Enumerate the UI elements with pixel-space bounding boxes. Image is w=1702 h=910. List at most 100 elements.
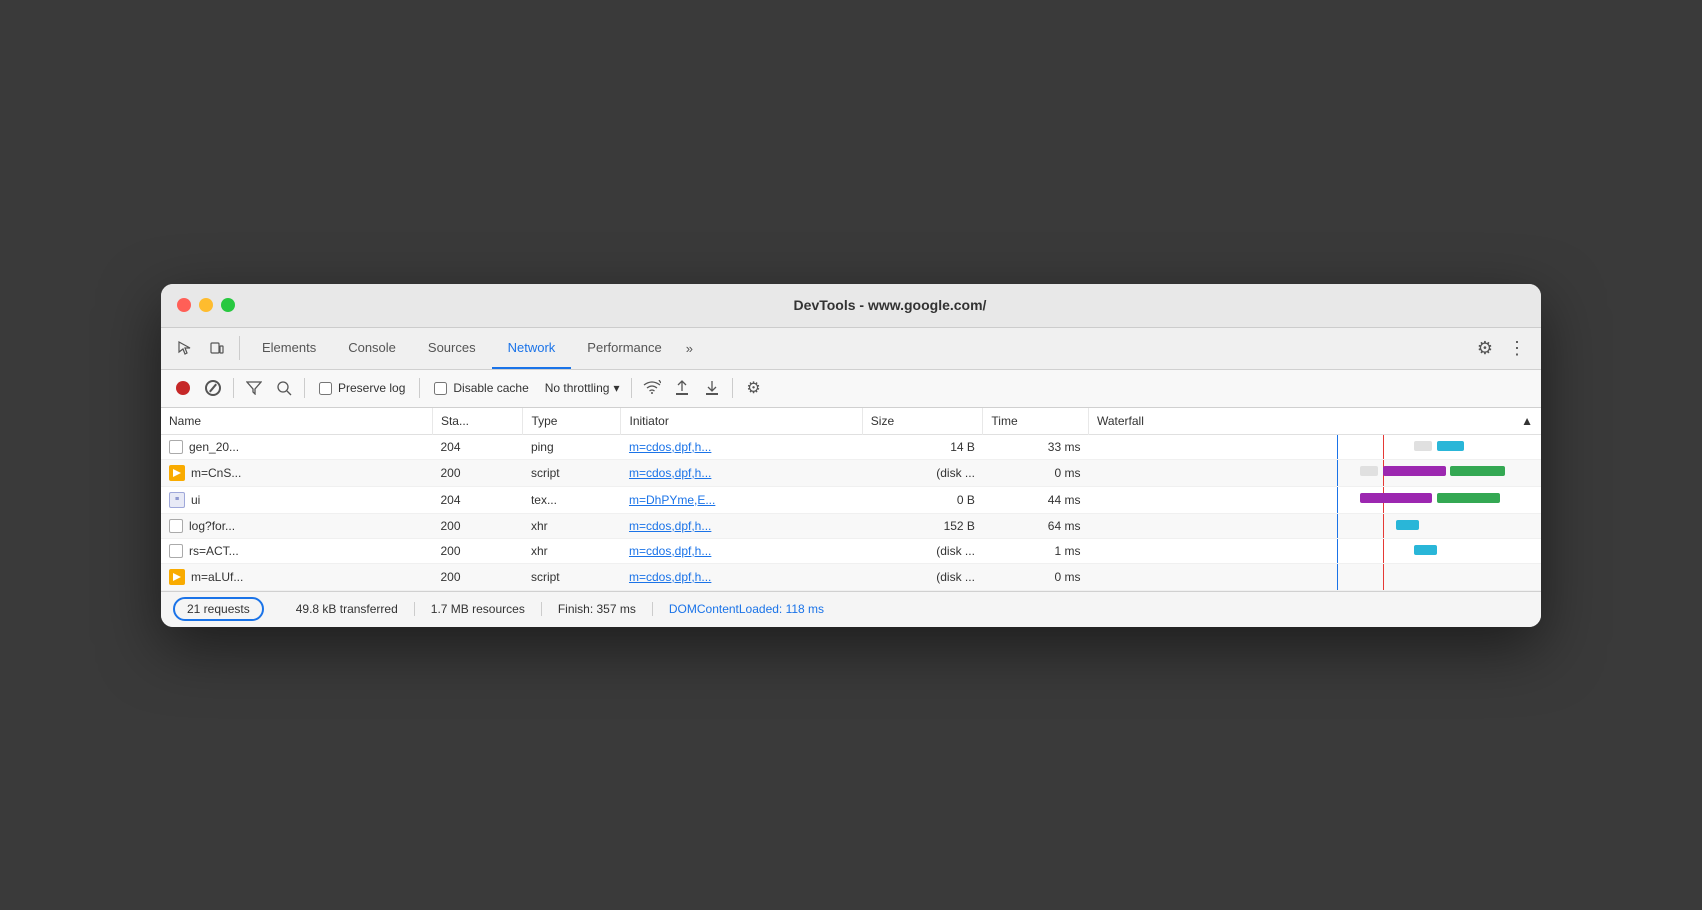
cell-type: xhr [523, 538, 621, 563]
table-row[interactable]: ≡ui204tex...m=DhPYme,E...0 B44 ms [161, 486, 1541, 513]
waterfall-bar [1437, 493, 1500, 503]
waterfall-bar [1396, 520, 1419, 530]
settings-gear-button[interactable]: ⚙ [1469, 332, 1501, 364]
waterfall-red-line [1383, 514, 1384, 538]
waterfall-blue-line [1337, 539, 1338, 563]
cell-size: 0 B [862, 486, 983, 513]
waterfall-red-line [1383, 564, 1384, 590]
cell-name: ≡ui [161, 486, 432, 513]
tab-elements[interactable]: Elements [246, 327, 332, 369]
record-button[interactable] [169, 374, 197, 402]
col-header-size[interactable]: Size [862, 408, 983, 435]
table-row[interactable]: m=aLUf...200scriptm=cdos,dpf,h...(disk .… [161, 563, 1541, 590]
cell-initiator: m=cdos,dpf,h... [621, 563, 862, 590]
waterfall-blue-line [1337, 460, 1338, 486]
tab-separator-1 [239, 336, 240, 360]
maximize-button[interactable] [221, 298, 235, 312]
table-row[interactable]: m=CnS...200scriptm=cdos,dpf,h...(disk ..… [161, 459, 1541, 486]
cell-name-text: ui [191, 493, 200, 507]
transferred-stat: 49.8 kB transferred [280, 602, 415, 616]
cell-waterfall [1088, 486, 1541, 513]
col-header-waterfall[interactable]: Waterfall ▲ [1088, 408, 1541, 435]
tab-console[interactable]: Console [332, 327, 412, 369]
minimize-button[interactable] [199, 298, 213, 312]
cell-type: ping [523, 434, 621, 459]
preserve-log-group: Preserve log [311, 381, 413, 395]
toolbar-separator-4 [631, 378, 632, 398]
upload-icon [675, 380, 689, 396]
filter-icon [246, 381, 262, 395]
cell-name-text: log?for... [189, 519, 235, 533]
col-header-name[interactable]: Name [161, 408, 432, 435]
device-toolbar-button[interactable] [201, 332, 233, 364]
script-icon [169, 569, 185, 585]
initiator-link[interactable]: m=cdos,dpf,h... [629, 466, 711, 480]
cell-time: 33 ms [983, 434, 1089, 459]
search-icon [277, 381, 292, 396]
cell-name: gen_20... [161, 434, 432, 459]
titlebar: DevTools - www.google.com/ [161, 284, 1541, 328]
throttling-dropdown[interactable]: No throttling ▾ [539, 379, 626, 397]
close-button[interactable] [177, 298, 191, 312]
cell-waterfall [1088, 513, 1541, 538]
waterfall-blue-line [1337, 487, 1338, 513]
more-options-button[interactable]: ⋮ [1501, 332, 1533, 364]
cell-name-text: rs=ACT... [189, 544, 239, 558]
waterfall-bar [1437, 441, 1464, 451]
initiator-link[interactable]: m=cdos,dpf,h... [629, 440, 711, 454]
cell-initiator: m=DhPYme,E... [621, 486, 862, 513]
cell-time: 44 ms [983, 486, 1089, 513]
tab-sources[interactable]: Sources [412, 327, 492, 369]
disable-cache-checkbox[interactable] [434, 382, 447, 395]
resources-stat: 1.7 MB resources [415, 602, 542, 616]
devtools-tabs: Elements Console Sources Network Perform… [161, 328, 1541, 370]
col-header-status[interactable]: Sta... [432, 408, 522, 435]
cell-waterfall [1088, 434, 1541, 459]
cell-type: script [523, 459, 621, 486]
waterfall-bar [1414, 545, 1437, 555]
download-button[interactable] [698, 374, 726, 402]
tab-network[interactable]: Network [492, 327, 572, 369]
cell-time: 0 ms [983, 563, 1089, 590]
row-checkbox[interactable] [169, 519, 183, 533]
table-row[interactable]: log?for...200xhrm=cdos,dpf,h...152 B64 m… [161, 513, 1541, 538]
cell-size: 152 B [862, 513, 983, 538]
clear-button[interactable] [199, 374, 227, 402]
table-row[interactable]: gen_20...204pingm=cdos,dpf,h...14 B33 ms [161, 434, 1541, 459]
cell-initiator: m=cdos,dpf,h... [621, 538, 862, 563]
cell-status: 200 [432, 459, 522, 486]
cell-initiator: m=cdos,dpf,h... [621, 513, 862, 538]
filter-button[interactable] [240, 374, 268, 402]
waterfall-red-line [1383, 435, 1384, 459]
col-header-time[interactable]: Time [983, 408, 1089, 435]
preserve-log-checkbox[interactable] [319, 382, 332, 395]
device-icon [209, 340, 225, 356]
col-header-type[interactable]: Type [523, 408, 621, 435]
table-row[interactable]: rs=ACT...200xhrm=cdos,dpf,h...(disk ...1… [161, 538, 1541, 563]
search-button[interactable] [270, 374, 298, 402]
script-icon [169, 465, 185, 481]
cell-status: 204 [432, 434, 522, 459]
cell-name: rs=ACT... [161, 538, 432, 563]
cell-name: m=CnS... [161, 459, 432, 486]
disable-cache-label: Disable cache [453, 381, 528, 395]
initiator-link[interactable]: m=DhPYme,E... [629, 493, 715, 507]
row-checkbox[interactable] [169, 440, 183, 454]
wifi-button[interactable] [638, 374, 666, 402]
preserve-log-label: Preserve log [338, 381, 405, 395]
col-header-initiator[interactable]: Initiator [621, 408, 862, 435]
tab-overflow-button[interactable]: » [678, 341, 701, 356]
upload-button[interactable] [668, 374, 696, 402]
cursor-icon [177, 340, 193, 356]
initiator-link[interactable]: m=cdos,dpf,h... [629, 570, 711, 584]
cell-time: 0 ms [983, 459, 1089, 486]
tab-performance[interactable]: Performance [571, 327, 677, 369]
row-checkbox[interactable] [169, 544, 183, 558]
inspector-icon-button[interactable] [169, 332, 201, 364]
status-bar: 21 requests 49.8 kB transferred 1.7 MB r… [161, 591, 1541, 627]
cell-name-text: gen_20... [189, 440, 239, 454]
network-settings-button[interactable]: ⚙ [739, 374, 767, 402]
cell-name: m=aLUf... [161, 563, 432, 590]
initiator-link[interactable]: m=cdos,dpf,h... [629, 544, 711, 558]
initiator-link[interactable]: m=cdos,dpf,h... [629, 519, 711, 533]
